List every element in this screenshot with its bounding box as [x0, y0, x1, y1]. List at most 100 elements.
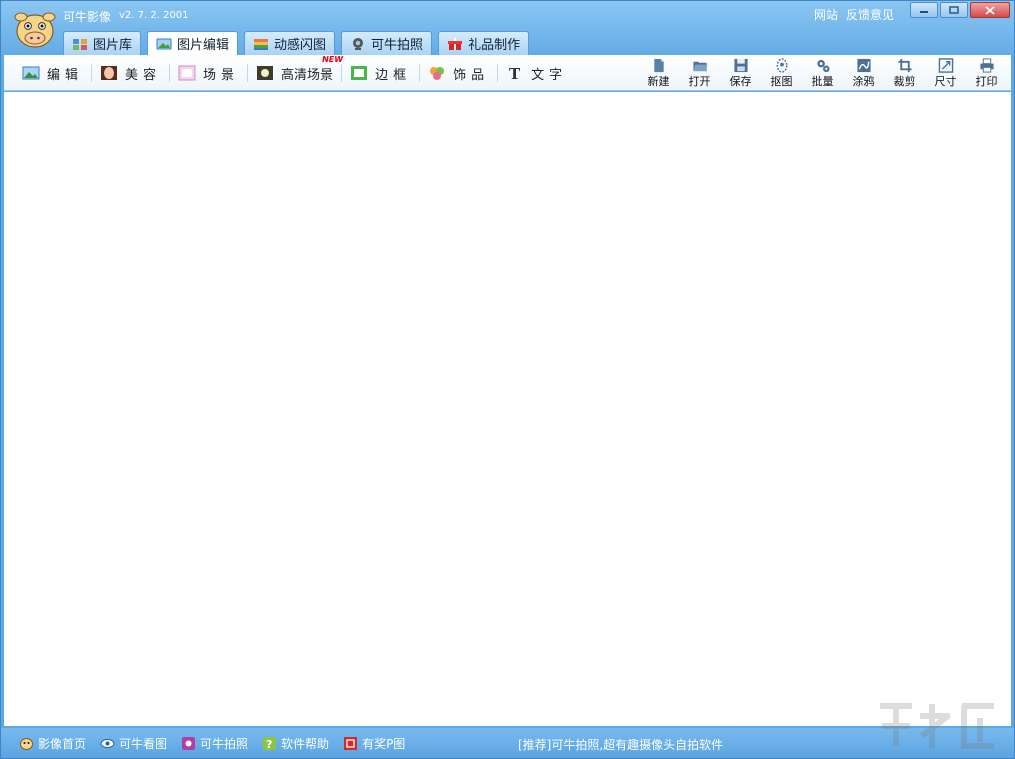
eye-icon: [100, 739, 115, 748]
gift-icon: [448, 37, 463, 50]
main-tabs: 图片库 图片编辑 动感闪图 可牛拍照 礼品制作: [63, 31, 530, 55]
tool-label: 高清场景: [281, 67, 334, 83]
file-actions: 新建 打开 保存 抠图 批量 涂鸦 裁剪 尺寸 打印: [638, 57, 1007, 89]
doodle-icon: [856, 58, 871, 73]
save-icon: [733, 58, 748, 73]
title-bar: 可牛影像 v2. 7. 2. 2001 网站 反馈意见 图片库 图片编辑 动感闪…: [1, 1, 1014, 55]
tool-scene[interactable]: 场景: [170, 62, 247, 84]
tab-photo-library[interactable]: 图片库: [63, 31, 142, 55]
tool-label: 美容: [125, 67, 162, 83]
tab-animation[interactable]: 动感闪图: [244, 31, 336, 55]
status-link-home[interactable]: 影像首页: [19, 735, 86, 752]
crop-icon: [897, 58, 912, 73]
status-link-label: 软件帮助: [281, 737, 330, 751]
open-button[interactable]: 打开: [679, 57, 720, 89]
tool-label: 饰品: [453, 67, 490, 83]
status-link-award[interactable]: 有奖P图: [343, 735, 405, 752]
status-links: 影像首页 可牛看图 可牛拍照 ? 软件帮助 有奖P图: [19, 735, 405, 752]
camera-icon: [182, 737, 196, 750]
doodle-button[interactable]: 涂鸦: [843, 57, 884, 89]
scene-icon: [178, 65, 196, 81]
maximize-icon: [949, 6, 959, 14]
tool-label: 编辑: [47, 67, 84, 83]
tool-label: 边框: [375, 67, 412, 83]
new-label: 新建: [647, 75, 670, 88]
tab-label: 礼品制作: [468, 38, 521, 53]
resize-button[interactable]: 尺寸: [925, 57, 966, 89]
crop-button[interactable]: 裁剪: [884, 57, 925, 89]
status-link-label: 可牛拍照: [200, 737, 249, 751]
app-version: v2. 7. 2. 2001: [119, 10, 189, 21]
app-title: 可牛影像: [63, 10, 112, 24]
tab-label: 图片编辑: [177, 38, 230, 53]
face-icon: [101, 66, 118, 80]
resize-label: 尺寸: [934, 75, 957, 88]
maximize-button[interactable]: [940, 2, 968, 18]
save-label: 保存: [729, 75, 752, 88]
tab-photo-edit[interactable]: 图片编辑: [147, 31, 239, 55]
crop-label: 裁剪: [893, 75, 916, 88]
svg-text:?: ?: [266, 738, 272, 751]
batch-label: 批量: [811, 75, 834, 88]
new-badge: NEW: [322, 55, 344, 64]
minimize-icon: [920, 11, 928, 13]
window-controls: [910, 2, 1010, 18]
tool-hd-scene[interactable]: 高清场景 NEW: [248, 55, 343, 84]
tab-label: 动感闪图: [274, 38, 327, 53]
new-button[interactable]: 新建: [638, 57, 679, 89]
batch-button[interactable]: 批量: [802, 57, 843, 89]
tool-beauty[interactable]: 美容: [92, 62, 169, 84]
cutout-label: 抠图: [770, 75, 793, 88]
status-link-label: 有奖P图: [362, 737, 406, 751]
award-icon: [344, 737, 358, 750]
print-label: 打印: [975, 75, 998, 88]
tool-text[interactable]: T 文字: [498, 62, 575, 84]
tab-gift[interactable]: 礼品制作: [438, 31, 530, 55]
feedback-link[interactable]: 反馈意见: [846, 6, 894, 23]
print-icon: [979, 58, 994, 73]
doodle-label: 涂鸦: [852, 75, 875, 88]
edit-categories: 编辑 美容 场景 高清场景 NEW 边框 饰品 T 文字: [14, 55, 575, 84]
promo-link[interactable]: [推荐]可牛拍照,超有趣摄像头自拍软件: [518, 736, 723, 753]
cow-logo-icon: [14, 12, 56, 48]
save-button[interactable]: 保存: [720, 57, 761, 89]
resize-icon: [938, 58, 953, 73]
website-link[interactable]: 网站: [814, 6, 838, 23]
status-bar: 影像首页 可牛看图 可牛拍照 ? 软件帮助 有奖P图 [推荐]可牛拍照,超有趣摄…: [1, 728, 1014, 758]
open-label: 打开: [688, 75, 711, 88]
print-button[interactable]: 打印: [966, 57, 1007, 89]
text-icon: T: [509, 65, 524, 81]
landscape-icon: [22, 66, 40, 80]
batch-gear-icon: [816, 59, 830, 73]
tool-edit[interactable]: 编辑: [14, 62, 91, 84]
photo-library-icon: [73, 38, 87, 50]
status-link-label: 影像首页: [38, 737, 87, 751]
new-file-icon: [653, 58, 664, 73]
editor-canvas[interactable]: [4, 92, 1011, 726]
tool-accessory[interactable]: 饰品: [420, 62, 497, 84]
app-window: 可牛影像 v2. 7. 2. 2001 网站 反馈意见 图片库 图片编辑 动感闪…: [0, 0, 1015, 759]
status-link-camera[interactable]: 可牛拍照: [181, 735, 248, 752]
close-icon: [985, 5, 995, 15]
tab-label: 图片库: [93, 38, 133, 53]
open-folder-icon: [692, 61, 707, 72]
hd-scene-icon: [257, 66, 274, 80]
help-icon: ?: [263, 737, 277, 751]
edit-toolbar: 编辑 美容 场景 高清场景 NEW 边框 饰品 T 文字 新建 打开 保存 抠图…: [4, 55, 1011, 91]
webcam-icon: [353, 37, 364, 50]
minimize-button[interactable]: [910, 2, 938, 18]
tab-label: 可牛拍照: [371, 38, 424, 53]
cow-home-icon: [20, 738, 33, 750]
status-link-viewer[interactable]: 可牛看图: [100, 735, 167, 752]
tool-frame[interactable]: 边框: [342, 62, 419, 84]
tool-label: 场景: [203, 67, 240, 83]
svg-text:T: T: [509, 65, 524, 81]
tab-webcam[interactable]: 可牛拍照: [341, 31, 433, 55]
frame-icon: [351, 66, 368, 80]
photo-edit-icon: [156, 38, 172, 49]
status-link-help[interactable]: ? 软件帮助: [262, 735, 329, 752]
watermark-logo-icon: [880, 703, 994, 749]
cutout-button[interactable]: 抠图: [761, 57, 802, 89]
status-link-label: 可牛看图: [119, 737, 168, 751]
close-button[interactable]: [970, 2, 1010, 18]
